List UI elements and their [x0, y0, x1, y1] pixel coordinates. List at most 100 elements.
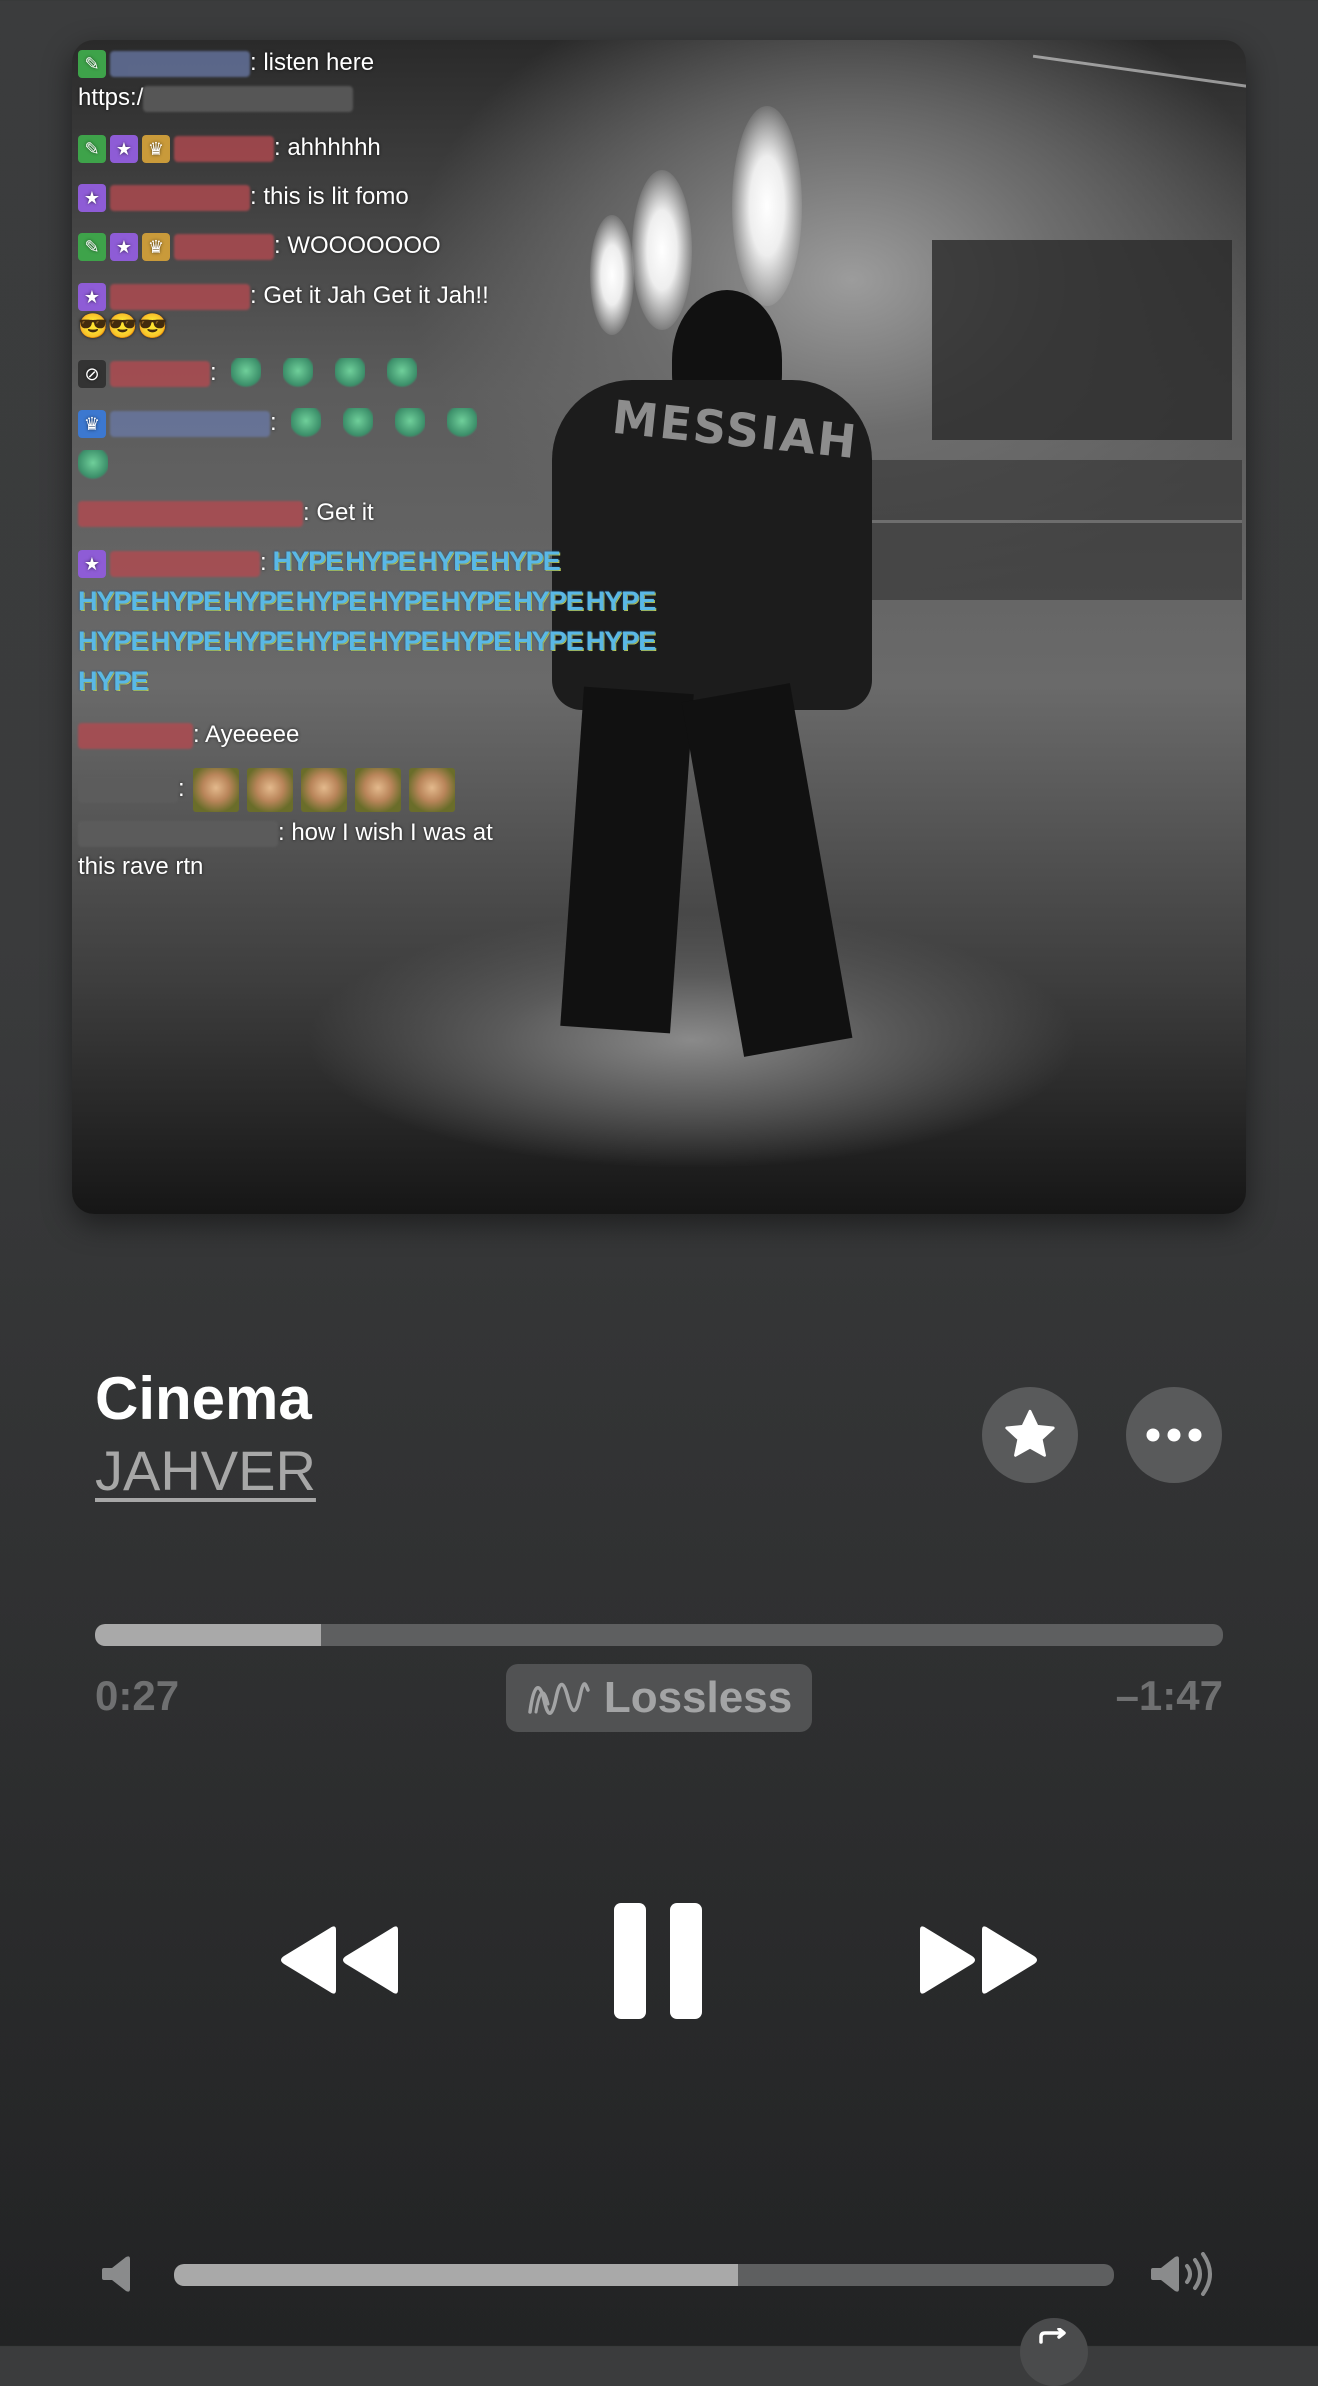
album-artwork: MESSIAH ✎: listen here https:/ ✎ ★ ♛: ahhh…	[72, 40, 1246, 1214]
chat-message: : Ayeeeee	[78, 718, 299, 752]
chat-message-continued: HYPE	[78, 664, 151, 700]
stage-booth	[812, 460, 1242, 600]
chat-text: :	[210, 359, 217, 386]
chat-message-continued: HYPE HYPE HYPE HYPE HYPE HYPE HYPE HYPE	[78, 584, 658, 620]
hype-emote: HYPE	[78, 586, 149, 616]
stage-rig	[932, 240, 1232, 440]
hidden-badge-icon: ⊘	[78, 359, 106, 388]
link-blurred	[143, 85, 354, 112]
chat-message: ★: HYPE HYPE HYPE HYPE	[78, 544, 563, 580]
lossless-badge[interactable]: Lossless	[506, 1664, 812, 1732]
prime-badge-icon: ♛	[78, 409, 106, 438]
username-blurred	[78, 722, 193, 749]
fast-forward-button[interactable]	[908, 1918, 1048, 2002]
fast-forward-icon	[920, 1926, 1037, 1994]
rewind-icon	[281, 1926, 398, 1994]
hype-emote: HYPE	[295, 626, 367, 656]
username-blurred	[174, 233, 274, 260]
chat-text: : Get it	[303, 499, 374, 526]
username-blurred	[110, 360, 210, 387]
hype-emote: HYPE	[368, 586, 439, 616]
hype-emote: HYPE	[78, 626, 149, 656]
track-title: Cinema	[95, 1365, 312, 1432]
chat-text: this rave rtn	[78, 853, 204, 880]
face-emote	[192, 768, 239, 812]
lossless-icon	[528, 1682, 590, 1715]
face-emote	[408, 768, 455, 812]
artist-link[interactable]: JAHVER	[95, 1438, 316, 1503]
progress-scrubber[interactable]	[95, 1624, 1223, 1646]
chat-text: :	[178, 775, 185, 803]
hype-emote: HYPE	[513, 626, 584, 656]
crown-badge-icon: ♛	[142, 134, 170, 163]
emote-icon	[78, 449, 108, 482]
chat-text: :	[260, 549, 267, 576]
chat-message-continued: this rave rtn	[78, 850, 203, 884]
hype-emote: HYPE	[490, 546, 561, 576]
chat-message: ♛:	[78, 406, 499, 440]
volume-slider[interactable]	[174, 2264, 1114, 2286]
elapsed-time: 0:27	[95, 1672, 180, 1719]
subscriber-badge-icon: ★	[78, 282, 106, 311]
emote-icon	[334, 357, 365, 390]
hype-emote: HYPE	[585, 626, 657, 656]
repeat-icon	[1039, 2328, 1066, 2344]
emote-icon	[446, 407, 477, 440]
chat-message: ★: this is lit fomo	[78, 180, 409, 214]
chat-text: : listen here	[250, 49, 375, 76]
hype-emote: HYPE	[440, 626, 512, 656]
subscriber-badge-icon: ★	[110, 134, 138, 163]
volume-max-icon-wrap	[1150, 2250, 1216, 2298]
stage-flare	[632, 170, 692, 330]
chat-message: ★: Get it Jah Get it Jah!!	[78, 279, 489, 313]
volume-min-icon-wrap	[98, 2252, 138, 2296]
volume-high-icon	[1151, 2252, 1212, 2296]
remaining-time: –1:47	[1115, 1672, 1223, 1719]
chat-message: 😎😎😎	[78, 310, 168, 344]
volume-low-icon	[102, 2256, 130, 2292]
repeat-button[interactable]	[1020, 2318, 1088, 2386]
volume-fill	[174, 2264, 738, 2286]
hype-emote: HYPE	[513, 586, 584, 616]
more-options-button[interactable]	[1126, 1387, 1222, 1483]
moderator-badge-icon: ✎	[78, 49, 106, 78]
stage-flare	[732, 106, 802, 306]
more-icon	[1146, 1428, 1202, 1442]
rewind-button[interactable]	[270, 1918, 410, 2002]
username-blurred	[78, 820, 278, 847]
face-emote	[300, 768, 347, 812]
chat-message-continued: HYPE HYPE HYPE HYPE HYPE HYPE HYPE HYPE	[78, 624, 658, 660]
chat-message: ✎ : listen here	[78, 46, 374, 80]
face-emote	[354, 768, 401, 812]
crown-badge-icon: ♛	[142, 232, 170, 261]
pause-button[interactable]	[598, 1898, 718, 2024]
username-blurred	[110, 283, 250, 310]
hype-emote: HYPE	[272, 546, 344, 576]
chat-message-continued	[78, 448, 130, 482]
username-blurred	[174, 135, 274, 162]
performer-leg-right	[681, 683, 853, 1057]
star-icon	[1005, 1409, 1055, 1457]
light-beam	[1032, 54, 1246, 89]
moderator-badge-icon: ✎	[78, 232, 106, 261]
chat-message: :	[78, 768, 463, 812]
emote-icon	[230, 357, 261, 390]
chat-message: : how I wish I was at	[78, 816, 493, 850]
chat-message: https:/	[78, 81, 354, 115]
progress-fill	[95, 1624, 321, 1646]
pause-icon	[614, 1903, 702, 2019]
username-blurred	[110, 410, 270, 437]
lossless-label: Lossless	[603, 1673, 793, 1722]
chat-link: https:/	[78, 84, 144, 111]
hype-emote: HYPE	[78, 666, 149, 696]
hype-emote: HYPE	[223, 586, 294, 616]
username-blurred	[78, 500, 303, 527]
hype-emote: HYPE	[223, 626, 294, 656]
moderator-badge-icon: ✎	[78, 134, 106, 163]
subscriber-badge-icon: ★	[110, 232, 138, 261]
chat-message: ✎ ★ ♛: WOOOOOOO	[78, 229, 441, 263]
favorite-button[interactable]	[982, 1387, 1078, 1483]
emote-icon	[386, 357, 417, 390]
chat-message: ✎ ★ ♛: ahhhhhh	[78, 131, 381, 165]
hype-emote: HYPE	[440, 586, 512, 616]
